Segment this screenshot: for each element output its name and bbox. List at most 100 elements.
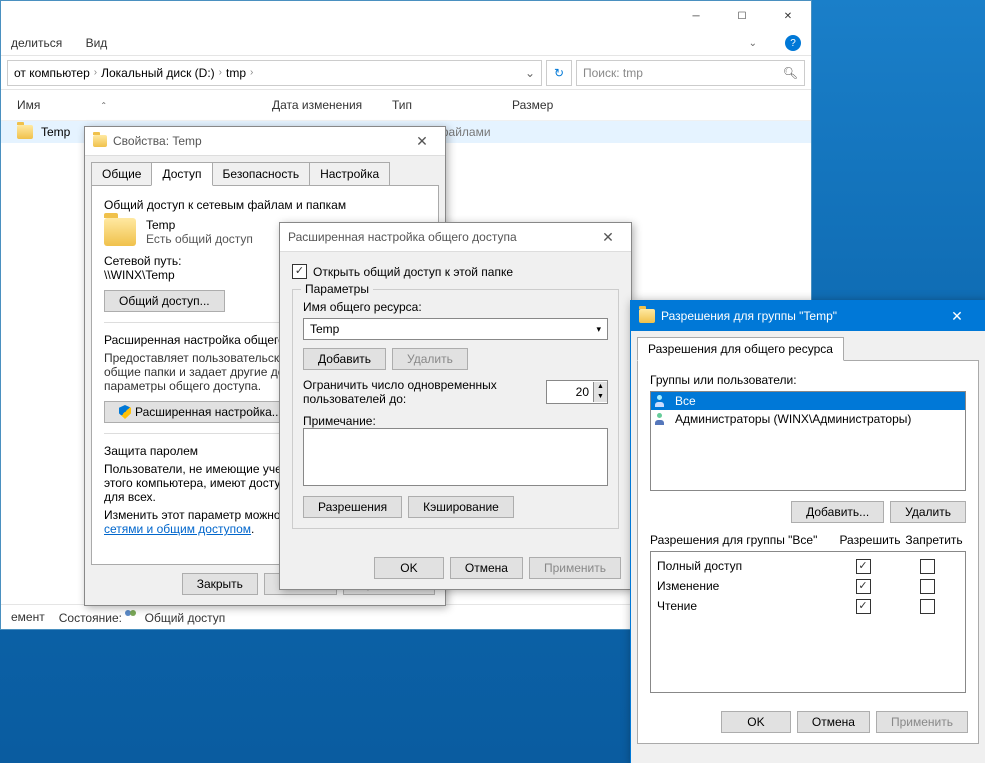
limit-users-spinner[interactable]: ▲▼ [546,380,608,404]
folder-icon [93,135,107,147]
search-input[interactable]: Поиск: tmp 🔍︎ [576,60,805,86]
add-user-button[interactable]: Добавить... [791,501,884,523]
refresh-button[interactable]: ↻ [546,60,572,86]
folder-icon [17,125,33,139]
tab-share-permissions[interactable]: Разрешения для общего ресурса [637,337,844,361]
address-bar-row: от компьютер› Локальный диск (D:)› tmp› … [1,56,811,90]
perm-full-deny[interactable] [920,559,935,574]
open-share-checkbox[interactable] [292,264,307,279]
ok-button[interactable]: OK [374,557,444,579]
group-icon [655,413,669,425]
limit-users-input[interactable] [547,384,593,400]
perm-full-label: Полный доступ [657,559,831,573]
perm-read-label: Чтение [657,599,831,613]
folder-icon [104,218,136,246]
apply-button[interactable]: Применить [529,557,621,579]
tab-security[interactable]: Безопасность [212,162,311,186]
status-state-label: Состояние: [59,611,122,625]
caching-button[interactable]: Кэширование [408,496,514,518]
close-button[interactable]: ✕ [765,1,811,31]
perm-full-allow[interactable] [856,559,871,574]
tab-settings[interactable]: Настройка [309,162,390,186]
apply-button[interactable]: Применить [876,711,968,733]
share-folder-name: Temp [146,218,253,232]
menu-share[interactable]: делиться [11,36,62,50]
breadcrumb-tmp[interactable]: tmp [226,66,246,80]
properties-tabs: Общие Доступ Безопасность Настройка [85,156,445,186]
advanced-sharing-dialog: Расширенная настройка общего доступа ✕ О… [279,222,632,590]
sort-arrow-icon: ⌃ [100,101,107,110]
perm-change-label: Изменение [657,579,831,593]
spin-up[interactable]: ▲ [593,382,607,392]
permissions-dialog: Разрешения для группы "Temp" ✕ Разрешени… [630,300,985,763]
groups-label: Группы или пользователи: [650,373,966,387]
menu-view[interactable]: Вид [86,36,108,50]
close-button[interactable]: Закрыть [182,573,258,595]
properties-titlebar: Свойства: Temp ✕ [85,127,445,156]
status-element-count: емент [11,610,45,624]
ok-button[interactable]: OK [721,711,791,733]
close-button[interactable]: ✕ [937,308,977,325]
deny-header: Запретить [902,533,966,547]
help-icon[interactable]: ? [785,35,801,51]
chevron-down-icon: ▾ [596,324,601,335]
advanced-share-button[interactable]: Расширенная настройка... [104,401,297,423]
col-size[interactable]: Размер [512,98,553,112]
folder-icon [639,309,655,323]
perm-change-deny[interactable] [920,579,935,594]
col-type[interactable]: Тип [392,98,512,112]
shared-icon [125,610,141,622]
explorer-titlebar: ─ ☐ ✕ [1,1,811,31]
tab-access[interactable]: Доступ [151,162,212,186]
perm-change-allow[interactable] [856,579,871,594]
params-group: Параметры Имя общего ресурса: Temp▾ Доба… [292,289,619,529]
share-name-label: Имя общего ресурса: [303,300,608,314]
spin-down[interactable]: ▼ [593,392,607,402]
note-label: Примечание: [303,414,608,428]
perm-read-deny[interactable] [920,599,935,614]
remove-share-button[interactable]: Удалить [392,348,468,370]
perm-read-allow[interactable] [856,599,871,614]
maximize-button[interactable]: ☐ [719,1,765,31]
tab-general[interactable]: Общие [91,162,152,186]
search-icon[interactable]: 🔍︎ [783,66,798,80]
minimize-button[interactable]: ─ [673,1,719,31]
note-textarea[interactable] [303,428,608,486]
params-label: Параметры [301,282,373,296]
status-state-value: Общий доступ [145,611,226,625]
user-row-admins[interactable]: Администраторы (WINX\Администраторы) [651,410,965,428]
net-share-label: Общий доступ к сетевым файлам и папкам [104,198,426,212]
remove-user-button[interactable]: Удалить [890,501,966,523]
limit-users-label: Ограничить число одновременных пользоват… [303,378,503,406]
shield-icon [119,405,131,419]
allow-header: Разрешить [838,533,902,547]
breadcrumb[interactable]: от компьютер› Локальный диск (D:)› tmp› … [7,60,542,86]
share-status: Есть общий доступ [146,232,253,246]
permissions-titlebar: Разрешения для группы "Temp" ✕ [631,301,985,331]
group-icon [655,395,669,407]
adv-titlebar: Расширенная настройка общего доступа ✕ [280,223,631,252]
cancel-button[interactable]: Отмена [450,557,523,579]
search-placeholder: Поиск: tmp [583,66,643,80]
properties-title: Свойства: Temp [113,134,202,148]
close-button[interactable]: ✕ [407,133,437,150]
perms-for-label: Разрешения для группы "Все" [650,533,838,547]
cancel-button[interactable]: Отмена [797,711,870,733]
col-date[interactable]: Дата изменения [272,98,392,112]
col-name[interactable]: Имя⌃ [17,98,272,112]
breadcrumb-disk[interactable]: Локальный диск (D:) [101,66,215,80]
permissions-title: Разрешения для группы "Temp" [661,309,837,323]
breadcrumb-dropdown-icon[interactable]: ⌄ [525,66,535,80]
add-share-button[interactable]: Добавить [303,348,386,370]
explorer-menu: делиться Вид ⌄ ? [1,31,811,56]
share-button[interactable]: Общий доступ... [104,290,225,312]
open-share-label: Открыть общий доступ к этой папке [313,265,513,279]
users-list[interactable]: Все Администраторы (WINX\Администраторы) [650,391,966,491]
chevron-down-icon[interactable]: ⌄ [749,38,757,49]
share-name-combo[interactable]: Temp▾ [303,318,608,340]
user-row-all[interactable]: Все [651,392,965,410]
column-headers: Имя⌃ Дата изменения Тип Размер [1,90,811,121]
breadcrumb-pc[interactable]: от компьютер [14,66,90,80]
close-button[interactable]: ✕ [593,229,623,246]
permissions-button[interactable]: Разрешения [303,496,402,518]
